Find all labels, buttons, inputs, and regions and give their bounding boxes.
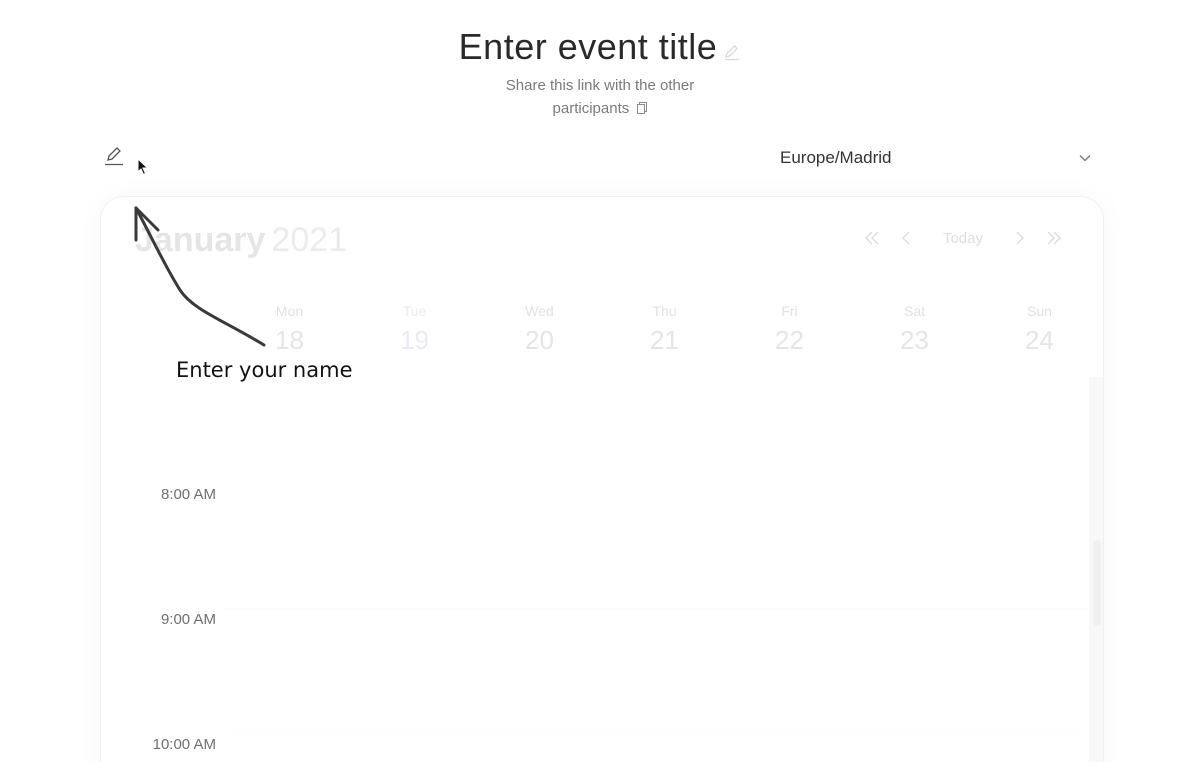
share-link-text: Share this link with the other participa… bbox=[505, 77, 695, 117]
event-title[interactable]: Enter event title bbox=[459, 26, 718, 68]
year-label: 2021 bbox=[271, 221, 348, 259]
copy-icon[interactable] bbox=[637, 102, 648, 114]
annotation-arrow bbox=[134, 206, 266, 347]
day-number: 24 bbox=[1025, 325, 1054, 355]
day-name: Fri bbox=[781, 303, 798, 319]
title-row: Enter event title bbox=[0, 26, 1200, 68]
time-label: 8:00 AM bbox=[160, 486, 216, 503]
day-number: 23 bbox=[900, 325, 929, 355]
pencil-icon[interactable] bbox=[723, 43, 741, 61]
edit-name-button[interactable] bbox=[104, 145, 124, 167]
day-name: Tue bbox=[402, 303, 427, 319]
day-number: 19 bbox=[400, 325, 429, 355]
chevron-right-icon[interactable] bbox=[1011, 229, 1029, 247]
day-column-header[interactable]: Sat 23 bbox=[852, 303, 977, 356]
page: Enter event title Share this link with t… bbox=[0, 0, 1200, 762]
day-header-row: Mon 18 Tue 19 Wed 20 Thu 21 Fri 22 Sat 2… bbox=[227, 303, 1102, 356]
grid-line bbox=[226, 670, 1086, 671]
day-name: Wed bbox=[525, 303, 554, 319]
timezone-value: Europe/Madrid bbox=[780, 148, 892, 167]
day-number: 20 bbox=[525, 325, 554, 355]
day-column-header[interactable]: Sun 24 bbox=[977, 303, 1102, 356]
mouse-cursor-icon bbox=[137, 158, 149, 176]
chevron-down-icon bbox=[1079, 155, 1091, 162]
day-name: Sat bbox=[903, 303, 925, 319]
time-label: 10:00 AM bbox=[152, 736, 216, 753]
day-name: Thu bbox=[652, 303, 677, 319]
day-number: 21 bbox=[650, 325, 679, 355]
double-chevron-right-icon[interactable] bbox=[1045, 229, 1063, 247]
calendar-nav: Today bbox=[863, 229, 1063, 247]
day-column-header[interactable]: Tue 19 bbox=[352, 303, 477, 356]
grid-line bbox=[226, 733, 1086, 734]
day-name: Sun bbox=[1027, 303, 1052, 319]
day-number: 22 bbox=[775, 325, 804, 355]
day-column-header[interactable]: Wed 20 bbox=[477, 303, 602, 356]
grid-line bbox=[226, 608, 1086, 609]
timezone-select[interactable]: Europe/Madrid bbox=[770, 143, 1100, 173]
grid-line bbox=[226, 483, 1086, 484]
grid-line bbox=[226, 419, 1086, 420]
double-chevron-left-icon[interactable] bbox=[863, 229, 881, 247]
share-link[interactable]: Share this link with the other participa… bbox=[500, 74, 700, 120]
scrollbar-thumb[interactable] bbox=[1093, 540, 1101, 626]
annotation-label: Enter your name bbox=[176, 358, 353, 382]
grid-line bbox=[226, 545, 1086, 546]
chevron-left-icon[interactable] bbox=[897, 229, 915, 247]
time-label: 9:00 AM bbox=[160, 611, 216, 628]
today-button[interactable]: Today bbox=[931, 230, 995, 247]
day-column-header[interactable]: Fri 22 bbox=[727, 303, 852, 356]
day-column-header[interactable]: Thu 21 bbox=[602, 303, 727, 356]
